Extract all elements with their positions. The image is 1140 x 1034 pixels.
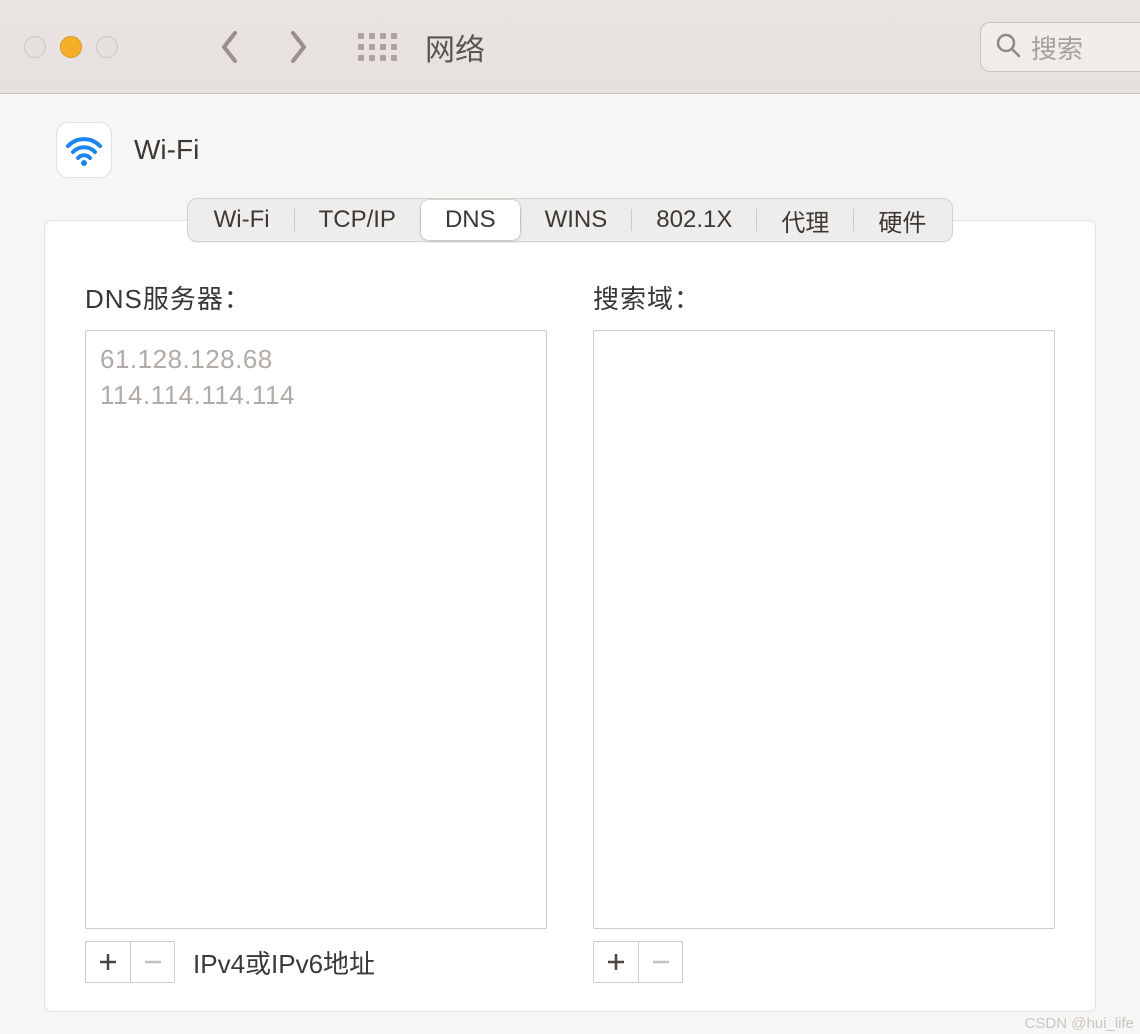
add-dns-button[interactable] — [86, 942, 130, 982]
remove-domain-button[interactable] — [638, 942, 682, 982]
tab-dns[interactable]: DNS — [421, 200, 520, 240]
show-all-prefs-button[interactable] — [358, 33, 397, 61]
content-area: Wi-Fi Wi-Fi TCP/IP DNS WINS 802.1X 代理 硬件… — [0, 94, 1140, 1034]
tab-wifi[interactable]: Wi-Fi — [190, 200, 294, 240]
tab-proxy[interactable]: 代理 — [757, 200, 853, 240]
wifi-icon — [56, 122, 112, 178]
search-field[interactable]: 搜索 — [980, 22, 1140, 72]
tab-8021x[interactable]: 802.1X — [632, 200, 756, 240]
dns-server-entry[interactable]: 61.128.128.68 — [100, 341, 532, 377]
tab-tcpip[interactable]: TCP/IP — [295, 200, 420, 240]
search-domains-label: 搜索域： — [593, 279, 1055, 316]
dns-server-entry[interactable]: 114.114.114.114 — [100, 377, 532, 413]
search-domains-list[interactable] — [593, 330, 1055, 929]
dns-hint: IPv4或IPv6地址 — [193, 944, 375, 981]
maximize-window-button[interactable] — [96, 36, 118, 58]
settings-panel: DNS服务器： 61.128.128.68 114.114.114.114 I — [44, 220, 1096, 1012]
window-title: 网络 — [425, 25, 485, 69]
domain-add-remove-group — [593, 941, 683, 983]
traffic-lights — [24, 36, 118, 58]
tab-hardware[interactable]: 硬件 — [854, 200, 950, 240]
close-window-button[interactable] — [24, 36, 46, 58]
watermark: CSDN @hui_life — [1025, 1015, 1134, 1032]
minimize-window-button[interactable] — [60, 36, 82, 58]
titlebar: 网络 搜索 — [0, 0, 1140, 94]
dns-add-remove-group — [85, 941, 175, 983]
dns-servers-column: DNS服务器： 61.128.128.68 114.114.114.114 I — [85, 279, 547, 983]
back-button[interactable] — [218, 35, 242, 59]
nav-arrows — [218, 35, 310, 59]
add-domain-button[interactable] — [594, 942, 638, 982]
dns-servers-list[interactable]: 61.128.128.68 114.114.114.114 — [85, 330, 547, 929]
tabs: Wi-Fi TCP/IP DNS WINS 802.1X 代理 硬件 — [187, 198, 954, 242]
forward-button[interactable] — [286, 35, 310, 59]
search-domains-column: 搜索域： — [593, 279, 1055, 983]
interface-name: Wi-Fi — [134, 134, 199, 166]
remove-dns-button[interactable] — [130, 942, 174, 982]
dns-servers-label: DNS服务器： — [85, 279, 547, 316]
tab-wins[interactable]: WINS — [521, 200, 632, 240]
interface-header: Wi-Fi — [0, 122, 1140, 178]
search-icon — [995, 32, 1021, 63]
search-placeholder: 搜索 — [1031, 29, 1083, 66]
